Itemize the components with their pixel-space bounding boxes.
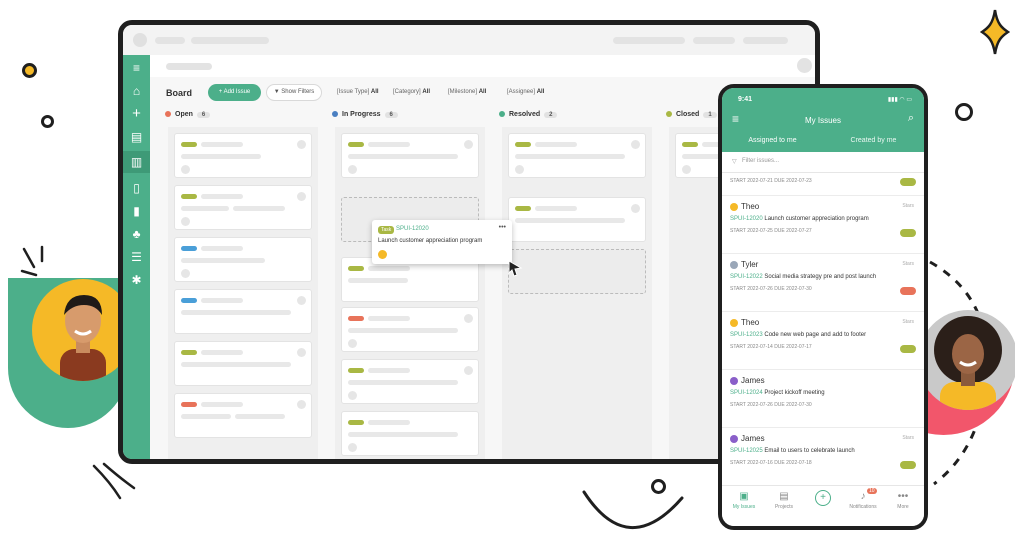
- issue-card[interactable]: [174, 133, 312, 178]
- filter-placeholder: Filter issues...: [742, 158, 780, 164]
- mobile-issue-row[interactable]: Theo Stars SPUI-12020 Launch customer ap…: [722, 196, 924, 254]
- column-header-resolved: Resolved 2: [499, 111, 558, 123]
- home-icon[interactable]: ⌂: [123, 80, 150, 102]
- mobile-issue-row[interactable]: Tyler Stars SPUI-12022 Social media stra…: [722, 254, 924, 312]
- mouse-cursor-icon: [508, 260, 523, 277]
- menu-icon[interactable]: ≡: [123, 57, 150, 79]
- status-icons: ▮▮▮ ◠ ▭: [887, 97, 912, 103]
- milestone-filter[interactable]: [Milestone] All: [448, 89, 486, 95]
- ring-decoration: [955, 103, 973, 121]
- project-name-placeholder: [166, 63, 212, 70]
- mobile-header: 9:41 ▮▮▮ ◠ ▭ ≡ My Issues ⌕ Assigned to m…: [722, 88, 924, 154]
- nav-projects[interactable]: ▤ Projects: [764, 490, 804, 510]
- bell-icon: ♪: [860, 491, 866, 502]
- tab-created-by-me[interactable]: Created by me: [823, 132, 924, 152]
- card-menu-icon[interactable]: •••: [499, 224, 506, 231]
- nav-notifications[interactable]: ♪ Notifications 10: [843, 488, 883, 510]
- nav-more[interactable]: ••• More: [883, 490, 923, 510]
- column-header-closed: Closed 1: [666, 111, 717, 123]
- show-filters-button[interactable]: ▼ Show Filters: [266, 84, 322, 101]
- add-icon[interactable]: +: [123, 103, 150, 125]
- clipboard-icon: ▣: [739, 491, 749, 502]
- tab-assigned-to-me[interactable]: Assigned to me: [722, 132, 823, 154]
- issue-card[interactable]: [508, 133, 646, 178]
- mobile-issue-row[interactable]: James SPUI-12024 Project kickoff meeting…: [722, 370, 924, 428]
- projects-icon: ▤: [779, 491, 789, 502]
- issue-type-filter[interactable]: [Issue Type] All: [337, 89, 379, 95]
- url-placeholder: [191, 37, 269, 44]
- issue-card[interactable]: [508, 197, 646, 242]
- column-header-open: Open 6: [165, 111, 211, 123]
- menu-placeholder: [693, 37, 735, 44]
- url-placeholder: [155, 37, 185, 44]
- gantt-icon[interactable]: ☰: [123, 246, 150, 268]
- sparkle-decoration: [980, 9, 1010, 55]
- column-resolved: [502, 127, 652, 459]
- menu-placeholder: [743, 37, 788, 44]
- column-in-progress: [335, 127, 485, 459]
- arc-decoration: [582, 490, 684, 529]
- nav-add[interactable]: +: [803, 490, 843, 506]
- assignee-avatar: [378, 250, 387, 259]
- window-control-icon: [133, 33, 147, 47]
- category-filter[interactable]: [Category] All: [393, 89, 430, 95]
- column-open: [168, 127, 318, 459]
- board-icon[interactable]: ▥: [123, 151, 150, 173]
- issue-title: Launch customer appreciation program: [378, 238, 483, 244]
- mobile-issue-row[interactable]: Theo Stars SPUI-12023 Code new web page …: [722, 312, 924, 370]
- menu-placeholder: [613, 37, 685, 44]
- app-sidebar: ≡ ⌂ + ▤ ▥ ▯ ▮ ♣ ☰ ✱: [123, 55, 150, 459]
- window-titlebar: [123, 25, 815, 55]
- person-avatar-right: [918, 310, 1015, 410]
- assignee-filter[interactable]: [Assignee] All: [507, 89, 544, 95]
- search-icon[interactable]: ⌕: [908, 112, 914, 125]
- show-filters-label: Show Filters: [281, 89, 315, 95]
- issue-card[interactable]: [174, 185, 312, 230]
- mobile-bottom-nav: ▣ My Issues ▤ Projects + ♪ Notifications 10…: [722, 485, 924, 526]
- issue-card[interactable]: [341, 307, 479, 352]
- issue-key: SPUI-12020: [396, 226, 429, 232]
- mobile-app: 9:41 ▮▮▮ ◠ ▭ ≡ My Issues ⌕ Assigned to m…: [718, 84, 928, 530]
- issue-card[interactable]: [174, 341, 312, 386]
- issue-card[interactable]: [174, 289, 312, 334]
- issue-card[interactable]: [341, 359, 479, 404]
- issue-card[interactable]: [174, 237, 312, 282]
- drop-placeholder: [508, 249, 646, 294]
- list-icon[interactable]: ▤: [123, 126, 150, 148]
- page-title: Board: [166, 88, 193, 98]
- tree-icon[interactable]: ♣: [123, 223, 150, 245]
- orange-dot-decoration: [22, 63, 37, 78]
- more-icon: •••: [897, 491, 909, 502]
- filter-icon: ▽: [732, 159, 737, 165]
- ring-decoration: [41, 115, 54, 128]
- user-avatar[interactable]: [797, 58, 812, 73]
- column-header-in-progress: In Progress 6: [332, 111, 398, 123]
- status-time: 9:41: [738, 96, 753, 103]
- dragged-issue-card[interactable]: Task SPUI-12020 ••• Launch customer appr…: [372, 220, 512, 264]
- file-icon[interactable]: ▮: [123, 200, 150, 222]
- issue-card[interactable]: [174, 393, 312, 438]
- nav-my-issues[interactable]: ▣ My Issues: [724, 490, 764, 510]
- document-icon[interactable]: ▯: [123, 177, 150, 199]
- mobile-title: My Issues: [804, 116, 841, 125]
- notification-badge: 10: [867, 488, 877, 494]
- filter-issues-input[interactable]: ▽ Filter issues...: [722, 152, 924, 173]
- issue-card[interactable]: [341, 411, 479, 456]
- mobile-tabs: Assigned to me Created by me: [722, 132, 924, 154]
- board-toolbar: Board + Add Issue ▼ Show Filters [Issue …: [150, 77, 815, 109]
- issue-type-badge: Task: [378, 226, 395, 234]
- add-issue-button[interactable]: + Add Issue: [208, 84, 261, 101]
- settings-icon[interactable]: ✱: [123, 269, 150, 291]
- issue-card[interactable]: [341, 133, 479, 178]
- mobile-issue-row[interactable]: START 2022-07-21 DUE 2022-07-23: [722, 173, 924, 196]
- burst-lines-decoration: [20, 245, 44, 277]
- add-icon: +: [815, 490, 831, 506]
- project-header: [150, 55, 815, 77]
- curve-lines-decoration: [92, 462, 136, 500]
- mobile-issue-row[interactable]: James Stars SPUI-12025 Email to users to…: [722, 428, 924, 486]
